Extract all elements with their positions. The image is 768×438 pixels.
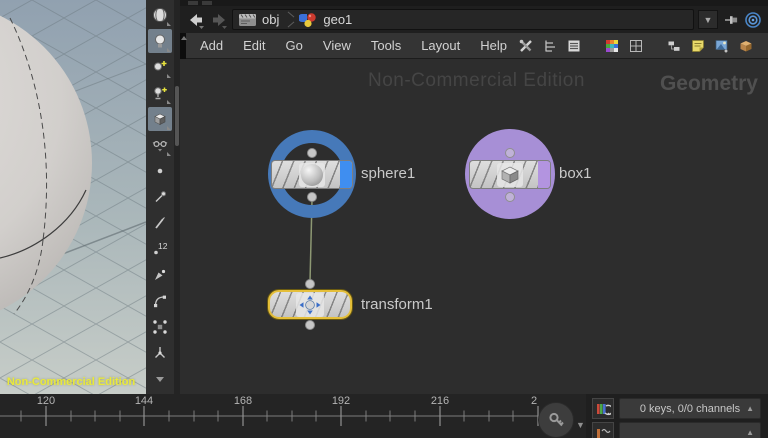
- sphere1-output-dot[interactable]: [307, 192, 317, 202]
- box1-label: box1: [559, 165, 592, 182]
- frame-label: 216: [431, 395, 449, 407]
- shade-glasses-icon[interactable]: [148, 133, 172, 157]
- channel-scope-icon[interactable]: [592, 398, 614, 419]
- point-display-icon[interactable]: [148, 159, 172, 183]
- timeline-ruler[interactable]: 120 144 168 192 216 2: [0, 394, 540, 438]
- 3d-viewport[interactable]: Non-Commercial Edition: [0, 0, 146, 394]
- view-mode-icon[interactable]: [148, 3, 172, 27]
- color-palette-icon[interactable]: [603, 37, 621, 55]
- add-light-icon[interactable]: [148, 55, 172, 79]
- node-transform1[interactable]: [268, 290, 352, 319]
- sticky-note-icon[interactable]: [689, 37, 707, 55]
- box1-input-dot[interactable]: [505, 148, 515, 158]
- frame-label: 168: [234, 395, 252, 407]
- viewport-watermark: Non-Commercial Edition: [6, 376, 136, 388]
- menu-help[interactable]: Help: [470, 34, 517, 57]
- pivot-manipulator-icon[interactable]: [148, 341, 172, 365]
- menu-edit[interactable]: Edit: [233, 34, 275, 57]
- add-spotlight-icon[interactable]: [148, 81, 172, 105]
- box1-output-dot[interactable]: [505, 192, 515, 202]
- scrollbar-thumb[interactable]: [175, 86, 179, 146]
- transform-node-icon: [296, 292, 324, 317]
- sphere1-label: sphere1: [361, 165, 416, 182]
- hull-display-icon[interactable]: [148, 289, 172, 313]
- point-number-icon[interactable]: 12: [148, 237, 172, 261]
- set-key-button[interactable]: [538, 402, 574, 438]
- keys-channels-button[interactable]: 0 keys, 0/0 channels ▲: [619, 398, 761, 419]
- secondary-channel-button[interactable]: ▲: [619, 422, 761, 438]
- frame-label: 192: [332, 395, 350, 407]
- frame-label: 144: [135, 395, 153, 407]
- tree-view-icon[interactable]: [541, 37, 559, 55]
- point-marker-icon[interactable]: [148, 185, 172, 209]
- sphere-node-icon: [299, 162, 325, 187]
- network-path-bar: obj geo1 ▼: [180, 6, 768, 33]
- key-dropdown-arrow[interactable]: ▼: [576, 420, 585, 430]
- camera-icon[interactable]: [148, 107, 172, 131]
- box-node-icon: [497, 162, 523, 187]
- box1-display-flag[interactable]: [538, 161, 550, 188]
- network-menu-bar: Add Edit Go View Tools Layout Help: [180, 33, 768, 59]
- frame-label: 2: [531, 395, 537, 407]
- shape-palette-icon[interactable]: [627, 37, 645, 55]
- node-box1[interactable]: [469, 160, 551, 189]
- channel-panel: 0 keys, 0/0 channels ▲ ▲: [586, 394, 768, 438]
- lighting-icon[interactable]: [148, 29, 172, 53]
- handles-icon[interactable]: [148, 315, 172, 339]
- playbar: 120 144 168 192 216 2 ▼ 0 keys, 0/0 chan…: [0, 394, 768, 438]
- keys-channels-summary: 0 keys, 0/0 channels: [639, 402, 741, 415]
- back-button[interactable]: [186, 10, 205, 29]
- viewport-toolbar: 12: [146, 0, 174, 394]
- network-editor[interactable]: obj geo1 ▼ Add Edit Go View Tools Layout…: [180, 0, 768, 394]
- transform1-input-dot[interactable]: [305, 279, 315, 289]
- pin-pane-icon[interactable]: [722, 11, 740, 29]
- menu-layout[interactable]: Layout: [411, 34, 470, 57]
- menu-view[interactable]: View: [313, 34, 361, 57]
- normal-marker-icon[interactable]: [148, 211, 172, 235]
- path-dropdown-button[interactable]: ▼: [698, 10, 718, 29]
- transform1-label: transform1: [361, 296, 433, 313]
- sphere1-input-dot[interactable]: [307, 148, 317, 158]
- menu-tools[interactable]: Tools: [361, 34, 411, 57]
- pane-splitter-handle[interactable]: [180, 33, 187, 59]
- primitive-marker-icon[interactable]: [148, 263, 172, 287]
- houdini-window: Non-Commercial Edition 12 obj geo1 ▼ Add…: [0, 0, 768, 438]
- breadcrumb-obj[interactable]: obj: [262, 12, 279, 27]
- context-watermark: Geometry: [659, 72, 758, 95]
- network-boxes-icon[interactable]: [665, 37, 683, 55]
- sphere1-display-flag[interactable]: [340, 161, 352, 188]
- breadcrumb-geo1[interactable]: geo1: [323, 12, 352, 27]
- channel-list-icon[interactable]: [592, 422, 614, 438]
- svg-text:12: 12: [158, 241, 168, 251]
- node-sphere1[interactable]: [271, 160, 353, 189]
- frame-label: 120: [37, 395, 55, 407]
- transform1-output-dot[interactable]: [305, 320, 315, 330]
- breadcrumb-separator-icon: [284, 11, 294, 28]
- menu-go[interactable]: Go: [276, 34, 313, 57]
- list-view-icon[interactable]: [565, 37, 583, 55]
- geometry-icon: [299, 13, 317, 28]
- toolbar-more-chevron-icon[interactable]: [148, 367, 172, 391]
- expand-up-icon: ▲: [746, 404, 754, 413]
- tools-wrench-icon[interactable]: [517, 37, 535, 55]
- non-commercial-watermark: Non-Commercial Edition: [368, 70, 585, 91]
- asset-package-icon[interactable]: [737, 37, 755, 55]
- expand-up-icon: ▲: [746, 428, 754, 437]
- forward-button[interactable]: [209, 10, 228, 29]
- menu-add[interactable]: Add: [190, 34, 233, 57]
- viewport-scene: [0, 0, 146, 394]
- network-breadcrumb[interactable]: obj geo1: [232, 9, 694, 30]
- radial-menu-icon[interactable]: [744, 11, 762, 29]
- background-image-icon[interactable]: [713, 37, 731, 55]
- obj-network-icon: [239, 13, 256, 26]
